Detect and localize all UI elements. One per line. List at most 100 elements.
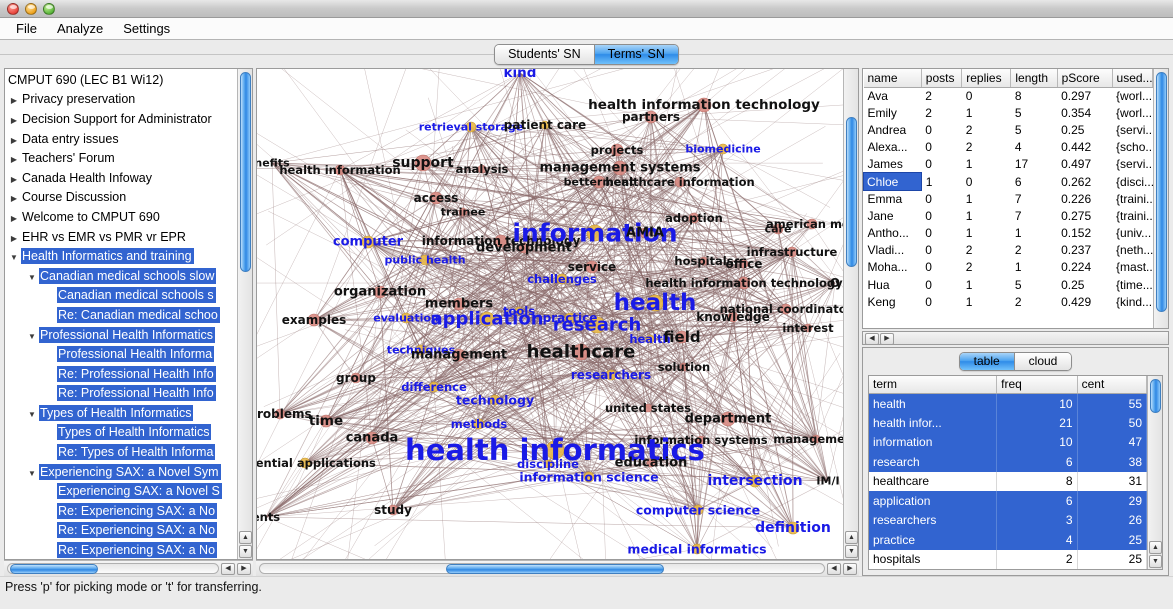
tree-item[interactable]: ▶ EHR vs EMR vs PMR vr EPR [5, 227, 237, 247]
tree-item[interactable]: ▼ Canadian medical schools slow [5, 266, 237, 286]
tree-item[interactable]: Re: Canadian medical schoo [5, 305, 237, 325]
chevron-right-icon[interactable]: ▶ [7, 151, 21, 165]
term-vscroll-thumb[interactable] [1150, 378, 1161, 413]
tree-item[interactable]: Experiencing SAX: a Novel S [5, 481, 237, 501]
chevron-down-icon[interactable]: ▼ [7, 249, 21, 263]
table-row[interactable]: James 0 1 17 0.497 {servi... [864, 156, 1153, 173]
tree-vertical-scrollbar[interactable]: ▲ ▼ [237, 69, 252, 559]
chevron-down-icon[interactable]: ▼ [25, 328, 39, 342]
participants-column-header[interactable]: name [863, 69, 922, 88]
tree-horizontal-scrollbar[interactable]: ◀ ▶ [4, 560, 253, 576]
tree-item[interactable]: ▶ Privacy preservation [5, 90, 237, 110]
table-row[interactable]: Moha... 0 2 1 0.224 {mast... [864, 259, 1153, 276]
chevron-right-icon[interactable]: ▶ [7, 210, 21, 224]
tree-item[interactable]: ▶ Welcome to CMPUT 690 [5, 207, 237, 227]
chevron-right-icon[interactable]: ▶ [7, 92, 21, 106]
tree-item[interactable]: Canadian medical schools s [5, 286, 237, 306]
tree-item[interactable]: Re: Experiencing SAX: a No [5, 540, 237, 559]
graph-vertical-scrollbar[interactable]: ▲ ▼ [843, 69, 858, 559]
graph-scroll-left-icon[interactable]: ◀ [827, 563, 841, 575]
chevron-right-icon[interactable]: ▶ [7, 230, 21, 244]
forum-tree[interactable]: CMPUT 690 (LEC B1 Wi12) ▶ Privacy preserva… [5, 69, 237, 559]
graph-scroll-up-icon[interactable]: ▲ [845, 531, 858, 544]
tab-terms-sn[interactable]: Terms' SN [593, 44, 678, 64]
tree-scroll-up-icon[interactable]: ▲ [239, 531, 252, 544]
participants-column-header[interactable]: used... [1112, 69, 1153, 88]
table-row[interactable]: application 6 29 [869, 491, 1147, 511]
menu-file[interactable]: File [6, 19, 47, 38]
table-row[interactable]: Emily 2 1 5 0.354 {worl... [864, 104, 1153, 121]
term-column-header[interactable]: cent [1077, 375, 1147, 394]
table-row[interactable]: Chloe 1 0 6 0.262 {disci... [863, 172, 1153, 191]
term-vertical-scrollbar[interactable]: ▲ ▼ [1147, 375, 1162, 569]
participants-horizontal-scrollbar[interactable]: ◀ ▶ [862, 330, 1169, 345]
term-scroll-down-icon[interactable]: ▼ [1149, 555, 1162, 568]
close-window-button[interactable] [7, 2, 19, 15]
table-row[interactable]: Ava 2 0 8 0.297 {worl... [864, 87, 1153, 104]
tree-scroll-left-icon[interactable]: ◀ [221, 563, 235, 575]
tree-item[interactable]: ▶ Data entry issues [5, 129, 237, 149]
term-column-header[interactable]: freq [996, 375, 1078, 394]
tree-item[interactable]: ▼ Professional Health Informatics [5, 325, 237, 345]
participants-body[interactable]: Ava 2 0 8 0.297 {worl... Emily 2 1 5 0.354 {worl...… [863, 87, 1153, 310]
table-row[interactable]: Hua 0 1 5 0.25 {time... [864, 276, 1153, 293]
tree-item[interactable]: Re: Experiencing SAX: a No [5, 521, 237, 541]
tree-item[interactable]: Professional Health Informa [5, 344, 237, 364]
tree-item[interactable]: Re: Types of Health Informa [5, 442, 237, 462]
term-scroll[interactable]: term freq cent health 10 55 health infor... 21… [869, 375, 1147, 569]
table-row[interactable]: Vladi... 0 2 2 0.237 {neth... [864, 242, 1153, 259]
tree-item[interactable]: ▶ Teachers' Forum [5, 148, 237, 168]
tree-item[interactable]: ▼ Health Informatics and training [5, 246, 237, 266]
minimize-window-button[interactable] [25, 2, 37, 15]
toggle-table[interactable]: table [959, 352, 1014, 370]
chevron-down-icon[interactable]: ▼ [25, 406, 39, 420]
table-row[interactable]: practice 4 25 [869, 530, 1147, 550]
graph-hscroll-thumb[interactable] [446, 564, 664, 574]
chevron-down-icon[interactable]: ▼ [25, 465, 39, 479]
maximize-window-button[interactable] [43, 2, 55, 15]
table-row[interactable]: researchers 3 26 [869, 510, 1147, 530]
tree-item[interactable]: ▶ Course Discussion [5, 188, 237, 208]
tree-vscroll-thumb[interactable] [240, 72, 251, 272]
chevron-right-icon[interactable]: ▶ [7, 171, 21, 185]
tree-scroll-down-icon[interactable]: ▼ [239, 545, 252, 558]
tree-scroll-right-icon[interactable]: ▶ [237, 563, 251, 575]
table-row[interactable]: healthcare 8 31 [869, 471, 1147, 491]
participants-column-header[interactable]: length [1010, 69, 1058, 88]
menu-settings[interactable]: Settings [113, 19, 180, 38]
participants-column-header[interactable]: pScore [1057, 69, 1113, 88]
tree-item[interactable]: ▶ Canada Health Infoway [5, 168, 237, 188]
table-row[interactable]: Antho... 0 1 1 0.152 {univ... [864, 225, 1153, 242]
table-row[interactable]: Keng 0 1 2 0.429 {kind... [864, 293, 1153, 310]
participants-column-header[interactable]: replies [961, 69, 1012, 88]
graph-vscroll-thumb[interactable] [846, 117, 857, 267]
participants-vertical-scrollbar[interactable] [1153, 69, 1168, 328]
chevron-right-icon[interactable]: ▶ [7, 112, 21, 126]
view-toggle[interactable]: table cloud [958, 351, 1073, 371]
tab-students-sn[interactable]: Students' SN [495, 44, 594, 64]
table-row[interactable]: Emma 0 1 7 0.226 {traini... [864, 190, 1153, 207]
tree-item[interactable]: ▶ Decision Support for Administrator [5, 109, 237, 129]
tree-hscroll-thumb[interactable] [10, 564, 98, 574]
term-header-row[interactable]: term freq cent [869, 375, 1147, 394]
table-row[interactable]: hospitals 2 25 [869, 549, 1147, 569]
graph-scroll-down-icon[interactable]: ▼ [845, 545, 858, 558]
tree-item[interactable]: Re: Experiencing SAX: a No [5, 501, 237, 521]
network-graph-canvas[interactable]: kind health information technology partner… [257, 69, 843, 559]
table-row[interactable]: Andrea 0 2 5 0.25 {servi... [864, 121, 1153, 138]
graph-horizontal-scrollbar[interactable]: ◀ ▶ [256, 560, 859, 576]
participants-scroll[interactable]: name posts replies length pScore used... Ava 2… [863, 69, 1153, 328]
participants-scroll-left-icon[interactable]: ◀ [865, 332, 879, 345]
table-row[interactable]: Alexa... 0 2 4 0.442 {scho... [864, 139, 1153, 156]
chevron-down-icon[interactable]: ▼ [25, 269, 39, 283]
chevron-right-icon[interactable]: ▶ [7, 132, 21, 146]
toggle-cloud[interactable]: cloud [1013, 352, 1072, 370]
participants-column-header[interactable]: posts [921, 69, 963, 88]
participants-scroll-right-icon[interactable]: ▶ [880, 332, 894, 345]
participants-table[interactable]: name posts replies length pScore used... Ava 2… [863, 69, 1153, 310]
term-body[interactable]: health 10 55 health infor... 21 50 information… [869, 393, 1147, 569]
menu-analyze[interactable]: Analyze [47, 19, 113, 38]
tree-item[interactable]: ▼ Types of Health Informatics [5, 403, 237, 423]
table-row[interactable]: research 6 38 [869, 452, 1147, 472]
tree-root[interactable]: CMPUT 690 (LEC B1 Wi12) [5, 70, 237, 90]
